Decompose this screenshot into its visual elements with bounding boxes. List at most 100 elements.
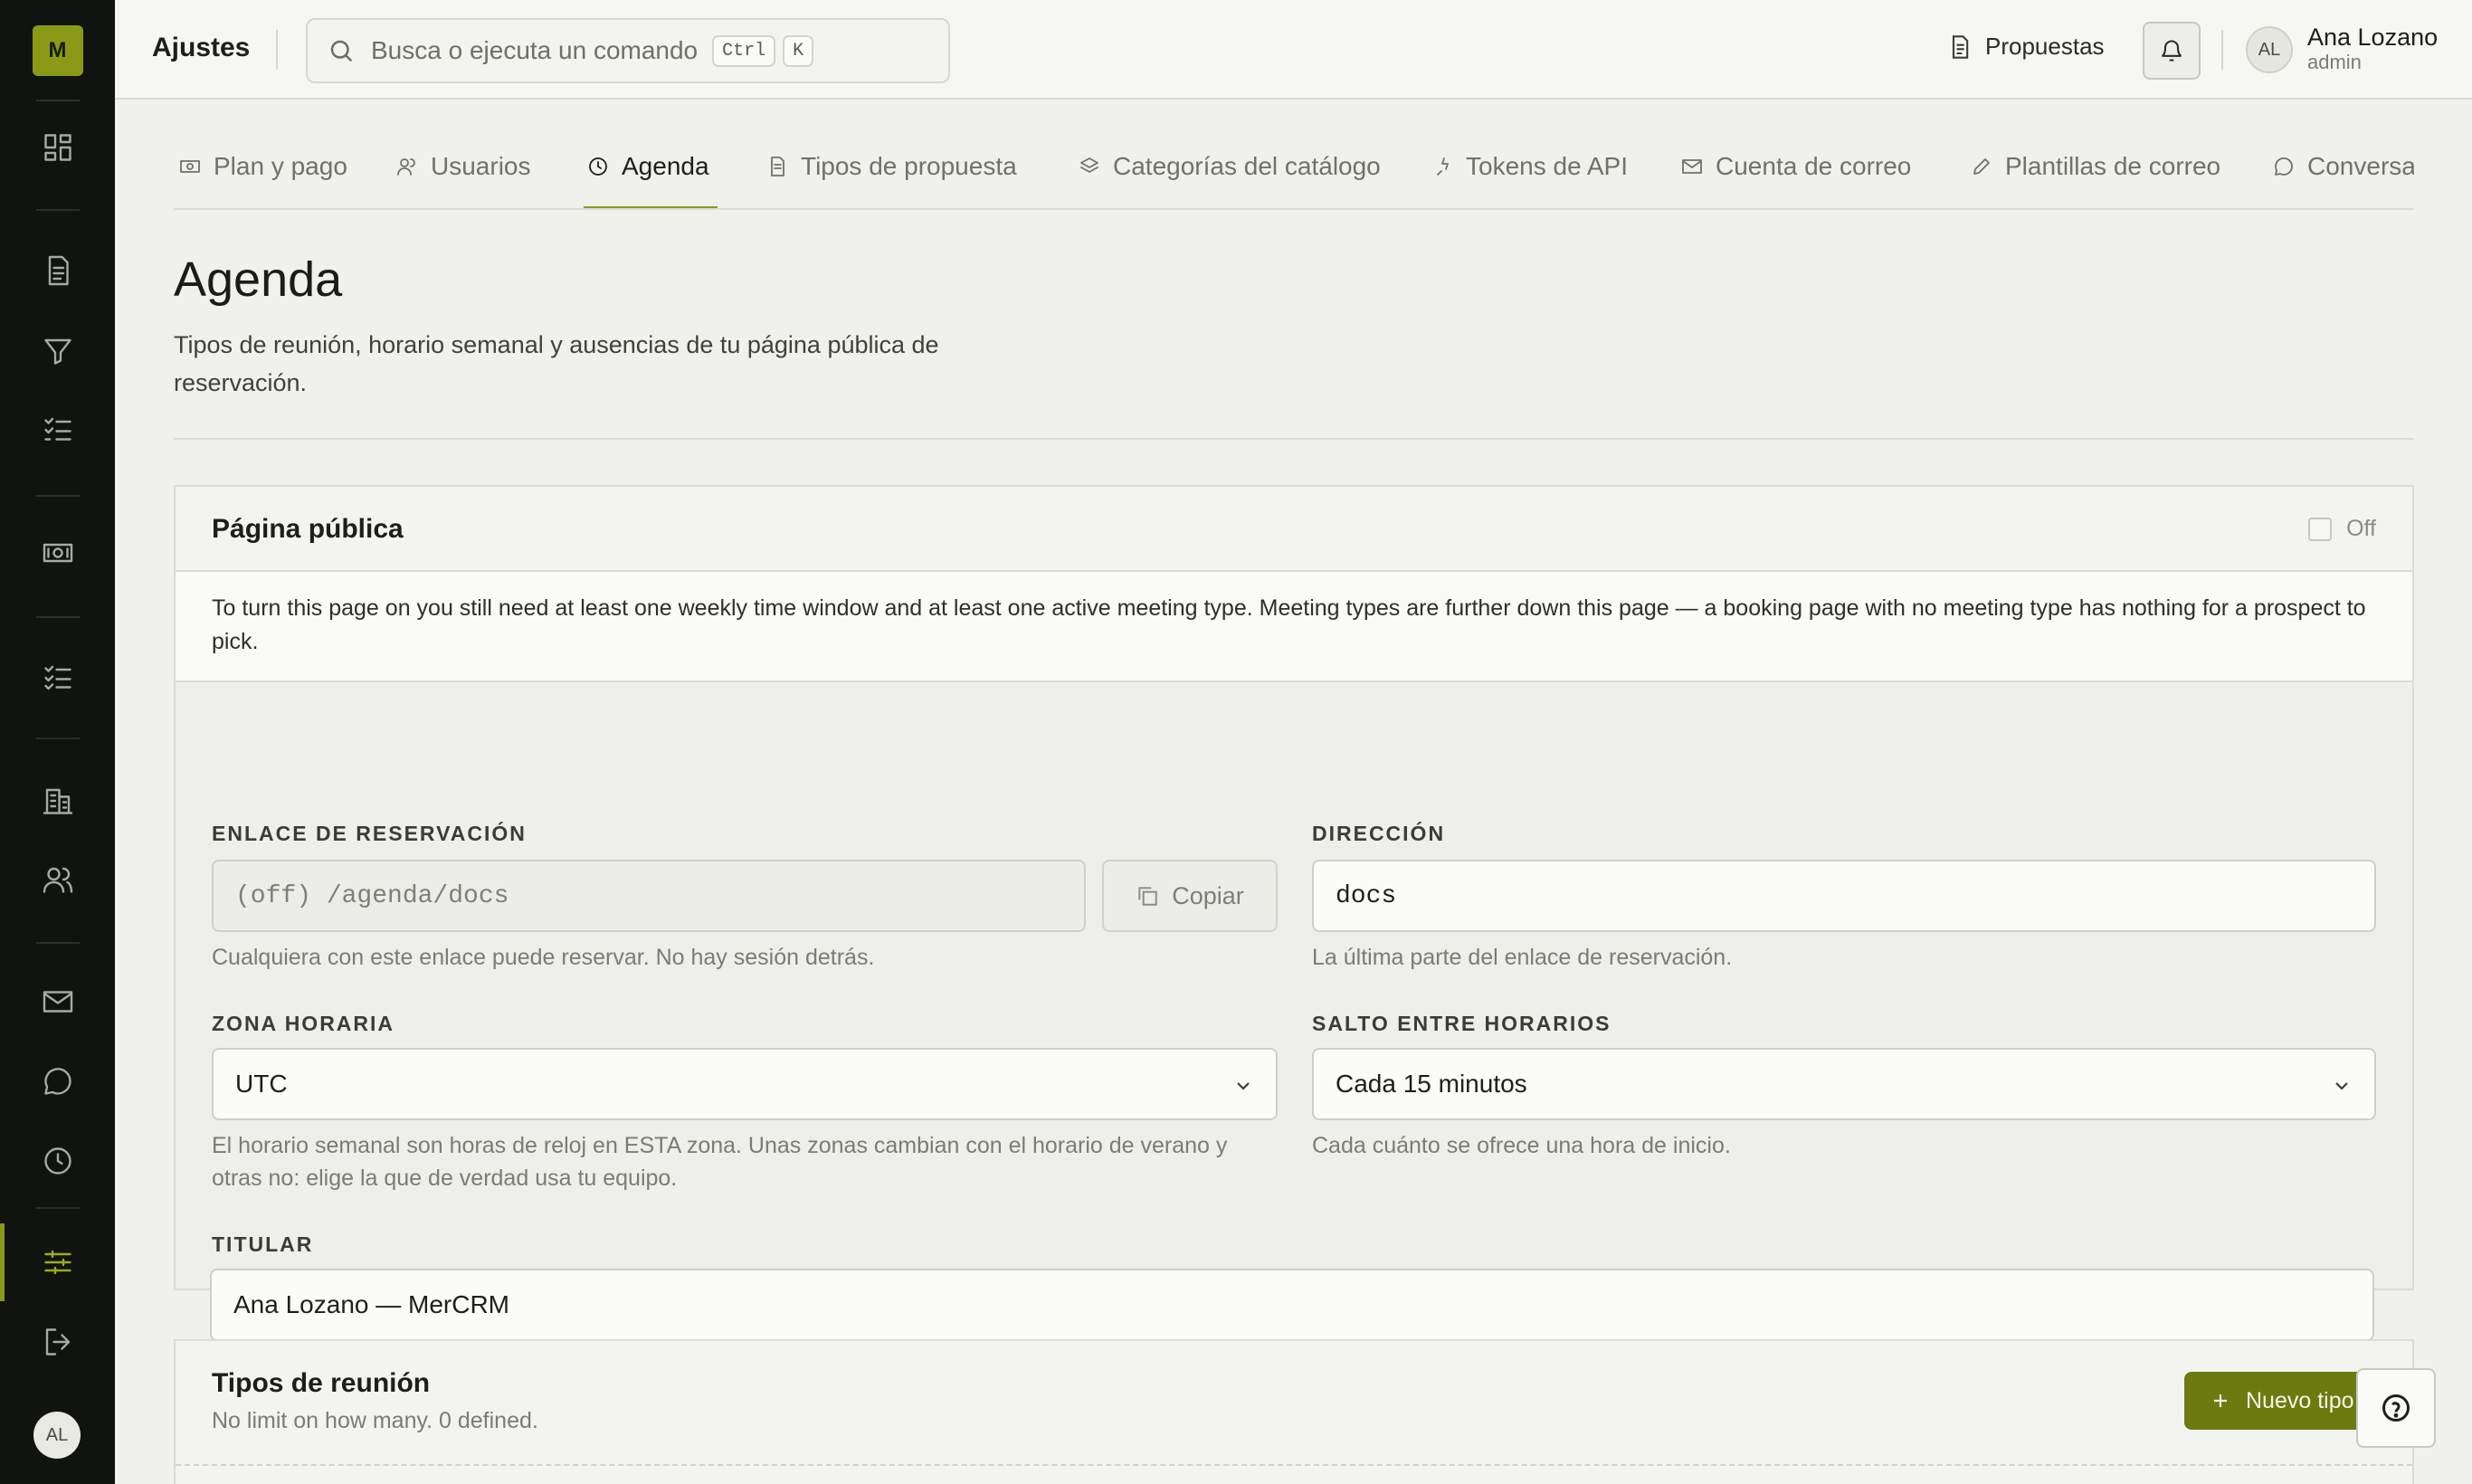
filter-icon bbox=[43, 338, 71, 365]
clock-icon bbox=[43, 1147, 71, 1175]
address-label: DIRECCIÓN bbox=[1312, 822, 1446, 845]
banknote-icon bbox=[180, 160, 200, 173]
public-page-toggle[interactable]: Off bbox=[2308, 516, 2376, 542]
tab-tokens-de-api[interactable]: Tokens de API bbox=[1431, 152, 1628, 181]
sidebar-item-checklist[interactable] bbox=[0, 391, 115, 469]
headline-value: Ana Lozano — MerCRM bbox=[233, 1290, 510, 1318]
plug-icon bbox=[1437, 157, 1449, 176]
sidebar-avatar[interactable]: AL bbox=[33, 1412, 81, 1459]
tab-agenda[interactable]: Agenda bbox=[587, 152, 709, 181]
sidebar-item-dashboard[interactable] bbox=[0, 109, 115, 186]
sidebar-divider bbox=[35, 100, 80, 101]
document-icon bbox=[48, 255, 69, 286]
tab-label: Conversa bbox=[2307, 152, 2414, 180]
copy-icon bbox=[1138, 887, 1157, 906]
tab-tipos-de-propuesta[interactable]: Tipos de propuesta bbox=[766, 152, 1017, 181]
timezone-hint: El horario semanal son horas de reloj en… bbox=[212, 1133, 1228, 1191]
search-placeholder: Busca o ejecuta un comando bbox=[371, 36, 699, 64]
meeting-types-title: Tipos de reunión bbox=[212, 1368, 431, 1398]
timezone-select[interactable]: UTC bbox=[212, 1048, 1278, 1120]
sidebar-divider bbox=[35, 1207, 80, 1209]
section-divider bbox=[174, 438, 2414, 440]
sidebar-item-tasks[interactable] bbox=[0, 639, 115, 717]
meeting-types-list-border bbox=[176, 1464, 2412, 1466]
sidebar-item-agenda[interactable] bbox=[0, 1122, 115, 1200]
top-bar: Ajustes Busca o ejecuta un comando Ctrl … bbox=[115, 0, 2472, 100]
slot-step-select[interactable]: Cada 15 minutos bbox=[1312, 1048, 2376, 1120]
sidebar-item-mail[interactable] bbox=[0, 963, 115, 1041]
activation-notice: To turn this page on you still need at l… bbox=[176, 572, 2412, 682]
sidebar-item-contacts[interactable] bbox=[0, 841, 115, 918]
slot-step-hint: Cada cuánto se ofrece una hora de inicio… bbox=[1312, 1133, 1731, 1158]
tab-cuenta-de-correo[interactable]: Cuenta de correo bbox=[1681, 152, 1911, 181]
timezone-value: UTC bbox=[235, 1070, 288, 1098]
address-input[interactable]: docs bbox=[1312, 860, 2376, 932]
logout-icon bbox=[45, 1328, 70, 1356]
sidebar-item-documents[interactable] bbox=[0, 232, 115, 309]
settings-tabs: Plan y pago Usuarios Agenda Tipos de pro… bbox=[174, 100, 2414, 210]
users-icon bbox=[43, 867, 72, 893]
proposals-link[interactable]: Propuestas bbox=[1947, 33, 2105, 61]
card-header: Página pública Off bbox=[176, 487, 2412, 572]
plus-icon bbox=[2214, 1394, 2227, 1407]
sidebar-item-companies[interactable] bbox=[0, 762, 115, 840]
help-button[interactable] bbox=[2356, 1368, 2436, 1448]
user-avatar[interactable]: AL bbox=[2246, 26, 2293, 73]
tab-plantillas-de-correo[interactable]: Plantillas de correo bbox=[1971, 152, 2220, 181]
search-icon bbox=[330, 40, 353, 62]
sidebar-item-settings[interactable] bbox=[0, 1223, 115, 1301]
users-icon bbox=[397, 158, 415, 176]
breadcrumb: Ajustes bbox=[152, 33, 251, 62]
user-role: admin bbox=[2307, 51, 2362, 73]
mail-icon bbox=[1682, 159, 1702, 174]
document-icon bbox=[1952, 34, 1969, 59]
breadcrumb-divider bbox=[276, 30, 278, 70]
headline-input[interactable]: Ana Lozano — MerCRM bbox=[210, 1269, 2374, 1341]
tab-conversaciones[interactable]: Conversa bbox=[2273, 152, 2414, 181]
copy-button[interactable]: Copiar bbox=[1102, 860, 1278, 932]
tab-label: Plantillas de correo bbox=[2005, 152, 2221, 180]
active-tab-indicator bbox=[584, 206, 718, 208]
sidebar-item-logout[interactable] bbox=[0, 1303, 115, 1381]
command-search[interactable]: Busca o ejecuta un comando Ctrl K bbox=[306, 18, 950, 83]
clock-icon bbox=[589, 157, 607, 176]
proposals-label: Propuestas bbox=[1985, 33, 2105, 60]
tab-label: Usuarios bbox=[431, 152, 531, 180]
sidebar-divider bbox=[35, 616, 80, 618]
app-logo[interactable]: M bbox=[32, 25, 83, 76]
layers-icon bbox=[1080, 157, 1098, 173]
timezone-label: ZONA HORARIA bbox=[212, 1012, 395, 1035]
page-title: Agenda bbox=[174, 252, 343, 307]
checklist-icon bbox=[43, 417, 71, 441]
tab-label: Tokens de API bbox=[1466, 152, 1629, 180]
booking-link-hint: Cualquiera con este enlace puede reserva… bbox=[212, 945, 875, 970]
tasks-icon bbox=[43, 665, 71, 690]
building-icon bbox=[43, 788, 72, 814]
shortcut-key-ctrl: Ctrl bbox=[712, 34, 776, 67]
notifications-button[interactable] bbox=[2143, 22, 2201, 80]
sidebar-item-chat[interactable] bbox=[0, 1042, 115, 1120]
help-icon bbox=[2382, 1394, 2410, 1422]
sidebar-item-pipeline[interactable] bbox=[0, 312, 115, 390]
tab-categorias-del-catalogo[interactable]: Categorías del catálogo bbox=[1079, 152, 1381, 181]
sidebar-divider bbox=[35, 495, 80, 497]
tab-usuarios[interactable]: Usuarios bbox=[396, 152, 530, 181]
chat-icon bbox=[2275, 157, 2293, 176]
booking-link-field: (off) /agenda/docs bbox=[212, 860, 1086, 932]
public-page-checkbox[interactable] bbox=[2308, 517, 2333, 541]
tab-label: Cuenta de correo bbox=[1716, 152, 1912, 180]
address-hint: La última parte del enlace de reservació… bbox=[1312, 945, 1733, 970]
sidebar-divider bbox=[35, 942, 80, 944]
sidebar-item-billing[interactable] bbox=[0, 514, 115, 592]
public-page-card: Página pública Off To turn this page on … bbox=[174, 485, 2414, 1290]
mail-icon bbox=[43, 991, 72, 1013]
tab-label: Agenda bbox=[622, 152, 709, 180]
booking-link-label: ENLACE DE RESERVACIÓN bbox=[212, 822, 527, 845]
card-title: Página pública bbox=[212, 514, 404, 544]
header-divider bbox=[2221, 30, 2223, 70]
page-description: Tipos de reunión, horario semanal y ause… bbox=[174, 331, 939, 396]
slot-step-label: SALTO ENTRE HORARIOS bbox=[1312, 1012, 1612, 1035]
tab-plan-y-pago[interactable]: Plan y pago bbox=[179, 152, 347, 181]
tab-label: Tipos de propuesta bbox=[801, 152, 1017, 180]
user-name[interactable]: Ana Lozano bbox=[2307, 24, 2438, 52]
